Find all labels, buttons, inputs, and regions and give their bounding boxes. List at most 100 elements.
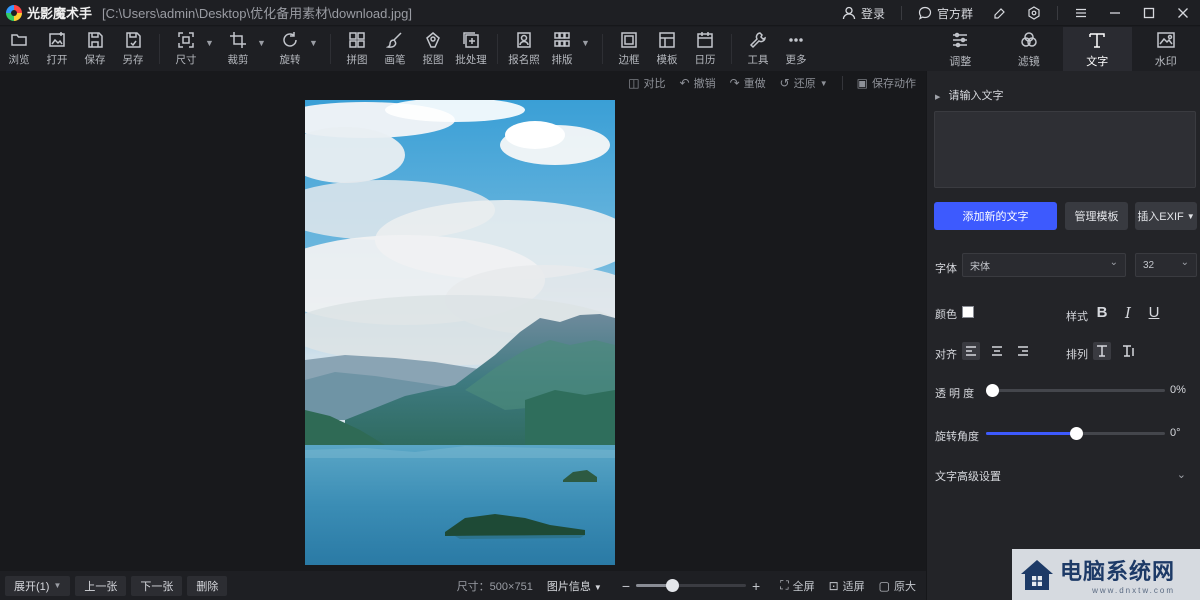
save-action-button[interactable]: ▣ 保存动作 <box>857 75 916 91</box>
next-image-button[interactable]: 下一张 <box>131 575 183 596</box>
main-toolbar: 浏览 打开 保存 另存 尺寸 ▼ 裁剪 ▼ 旋转 ▼ 拼图 画笔 抠图 批处理 … <box>0 27 926 71</box>
official-group-button[interactable]: 官方群 <box>908 0 983 26</box>
italic-button[interactable]: I <box>1119 304 1137 322</box>
official-group-label: 官方群 <box>936 6 973 21</box>
minimize-icon <box>1110 12 1120 14</box>
insert-exif-button[interactable]: 插入EXIF ▼ <box>1135 202 1197 230</box>
font-select[interactable]: 宋体 ⌄ <box>962 253 1126 277</box>
underline-button[interactable]: U <box>1145 304 1163 321</box>
tool-brush[interactable]: 画笔 <box>376 27 414 71</box>
settings-button[interactable] <box>1017 0 1051 26</box>
tool-save-as[interactable]: 另存 <box>114 27 152 71</box>
compare-button[interactable]: ◫ 对比 <box>628 75 665 91</box>
align-right-button[interactable] <box>1014 342 1032 360</box>
advanced-text-settings[interactable]: 文字高级设置 <box>935 468 1001 484</box>
save-action-icon: ▣ <box>856 76 868 90</box>
expand-button[interactable]: 展开(1) ▼ <box>5 575 71 596</box>
photo-preview[interactable] <box>305 100 615 565</box>
add-text-button[interactable]: 添加新的文字 <box>934 202 1057 230</box>
prev-image-button[interactable]: 上一张 <box>75 575 127 596</box>
tab-watermark[interactable]: 水印 <box>1132 27 1200 71</box>
tool-more[interactable]: 更多 <box>777 27 815 71</box>
align-center-button[interactable] <box>988 342 1006 360</box>
color-label: 颜色 <box>935 309 957 321</box>
resize-dropdown-icon[interactable]: ▼ <box>205 38 215 48</box>
font-value: 宋体 <box>970 261 990 273</box>
delete-button[interactable]: 删除 <box>187 575 228 596</box>
rotation-label: 旋转角度 <box>935 431 979 443</box>
tool-calendar[interactable]: 日历 <box>686 27 724 71</box>
font-size-select[interactable]: 32 ⌄ <box>1135 253 1197 277</box>
layout-dropdown-icon[interactable]: ▼ <box>581 38 591 48</box>
rotate-dropdown-icon[interactable]: ▼ <box>309 38 319 48</box>
divider <box>602 34 603 64</box>
text-section-title[interactable]: ▶ 请输入文字 <box>935 87 1003 103</box>
tool-collage[interactable]: 拼图 <box>338 27 376 71</box>
redo-button[interactable]: ↷ 重做 <box>730 75 766 91</box>
bold-button[interactable]: B <box>1093 304 1111 321</box>
save-action-label: 保存动作 <box>872 78 916 90</box>
fit-screen-button[interactable]: ⊡ 适屏 <box>829 578 865 594</box>
vertical-text-button[interactable] <box>1119 342 1137 360</box>
zoom-in-button[interactable]: + <box>752 578 760 594</box>
minimize-button[interactable] <box>1098 0 1132 26</box>
tool-id-photo[interactable]: 报名照 <box>505 27 543 71</box>
tool-crop[interactable]: 裁剪 <box>219 27 257 71</box>
close-button[interactable] <box>1166 0 1200 26</box>
opacity-slider-handle[interactable] <box>986 384 999 397</box>
tool-batch[interactable]: 批处理 <box>452 27 490 71</box>
tool-resize[interactable]: 尺寸 <box>167 27 205 71</box>
batch-icon <box>463 32 479 48</box>
text-input[interactable] <box>934 111 1196 188</box>
tool-cutout[interactable]: 抠图 <box>414 27 452 71</box>
chevron-down-icon[interactable]: ⌄ <box>1177 468 1186 481</box>
tab-label: 调整 <box>949 55 972 68</box>
tool-layout[interactable]: 排版 <box>543 27 581 71</box>
color-swatch[interactable] <box>962 306 974 318</box>
login-button[interactable]: 登录 <box>832 0 895 26</box>
site-watermark: 电脑系统网 www.dnxtw.com <box>1012 549 1200 600</box>
original-size-button[interactable]: ▢ 原大 <box>879 578 916 594</box>
align-label: 对齐 <box>935 349 957 361</box>
opacity-slider[interactable] <box>986 384 1165 397</box>
crop-dropdown-icon[interactable]: ▼ <box>257 38 267 48</box>
tool-browse[interactable]: 浏览 <box>0 27 38 71</box>
text-panel: ▶ 请输入文字 添加新的文字 管理模板 插入EXIF ▼ 字体 宋体 ⌄ 32 … <box>926 71 1200 600</box>
rotation-slider-handle[interactable] <box>1069 427 1083 440</box>
maximize-button[interactable] <box>1132 0 1166 26</box>
tool-border[interactable]: 边框 <box>610 27 648 71</box>
zoom-out-button[interactable]: − <box>622 578 630 594</box>
tab-adjust[interactable]: 调整 <box>926 27 995 71</box>
brush-icon <box>386 32 402 48</box>
image-size-info: 尺寸：500×751 <box>456 580 533 593</box>
title-actions: 登录 官方群 <box>832 0 1200 26</box>
fullscreen-button[interactable]: ⛶ 全屏 <box>780 578 814 594</box>
settings-icon <box>1028 6 1040 20</box>
tab-label: 文字 <box>1086 55 1109 68</box>
horizontal-text-button[interactable] <box>1093 342 1111 360</box>
rotation-slider[interactable] <box>986 427 1165 440</box>
image-info-button[interactable]: 图片信息 ▼ <box>547 578 602 594</box>
tool-template[interactable]: 模板 <box>648 27 686 71</box>
tool-save[interactable]: 保存 <box>76 27 114 71</box>
redo-icon: ↷ <box>729 76 740 90</box>
crop-icon <box>230 32 246 48</box>
manage-template-button[interactable]: 管理模板 <box>1065 202 1128 230</box>
resize-icon <box>178 32 194 48</box>
skin-button[interactable] <box>983 0 1017 26</box>
divider <box>900 6 902 20</box>
restore-button[interactable]: ↺ 还原 ▼ <box>780 75 828 91</box>
undo-button[interactable]: ↶ 撤销 <box>680 75 716 91</box>
zoom-slider-handle[interactable] <box>666 579 680 592</box>
menu-button[interactable] <box>1064 0 1098 26</box>
chevron-down-icon: ⌄ <box>1180 257 1189 268</box>
tool-open[interactable]: 打开 <box>38 27 76 71</box>
zoom-slider[interactable] <box>636 579 746 592</box>
menu-icon <box>1076 8 1086 18</box>
tab-filter[interactable]: 滤镜 <box>995 27 1064 71</box>
align-left-button[interactable] <box>962 342 980 360</box>
tab-text[interactable]: 文字 <box>1063 27 1132 71</box>
tool-rotate[interactable]: 旋转 <box>271 27 309 71</box>
tab-label: 水印 <box>1154 55 1177 68</box>
tool-tools[interactable]: 工具 <box>739 27 777 71</box>
